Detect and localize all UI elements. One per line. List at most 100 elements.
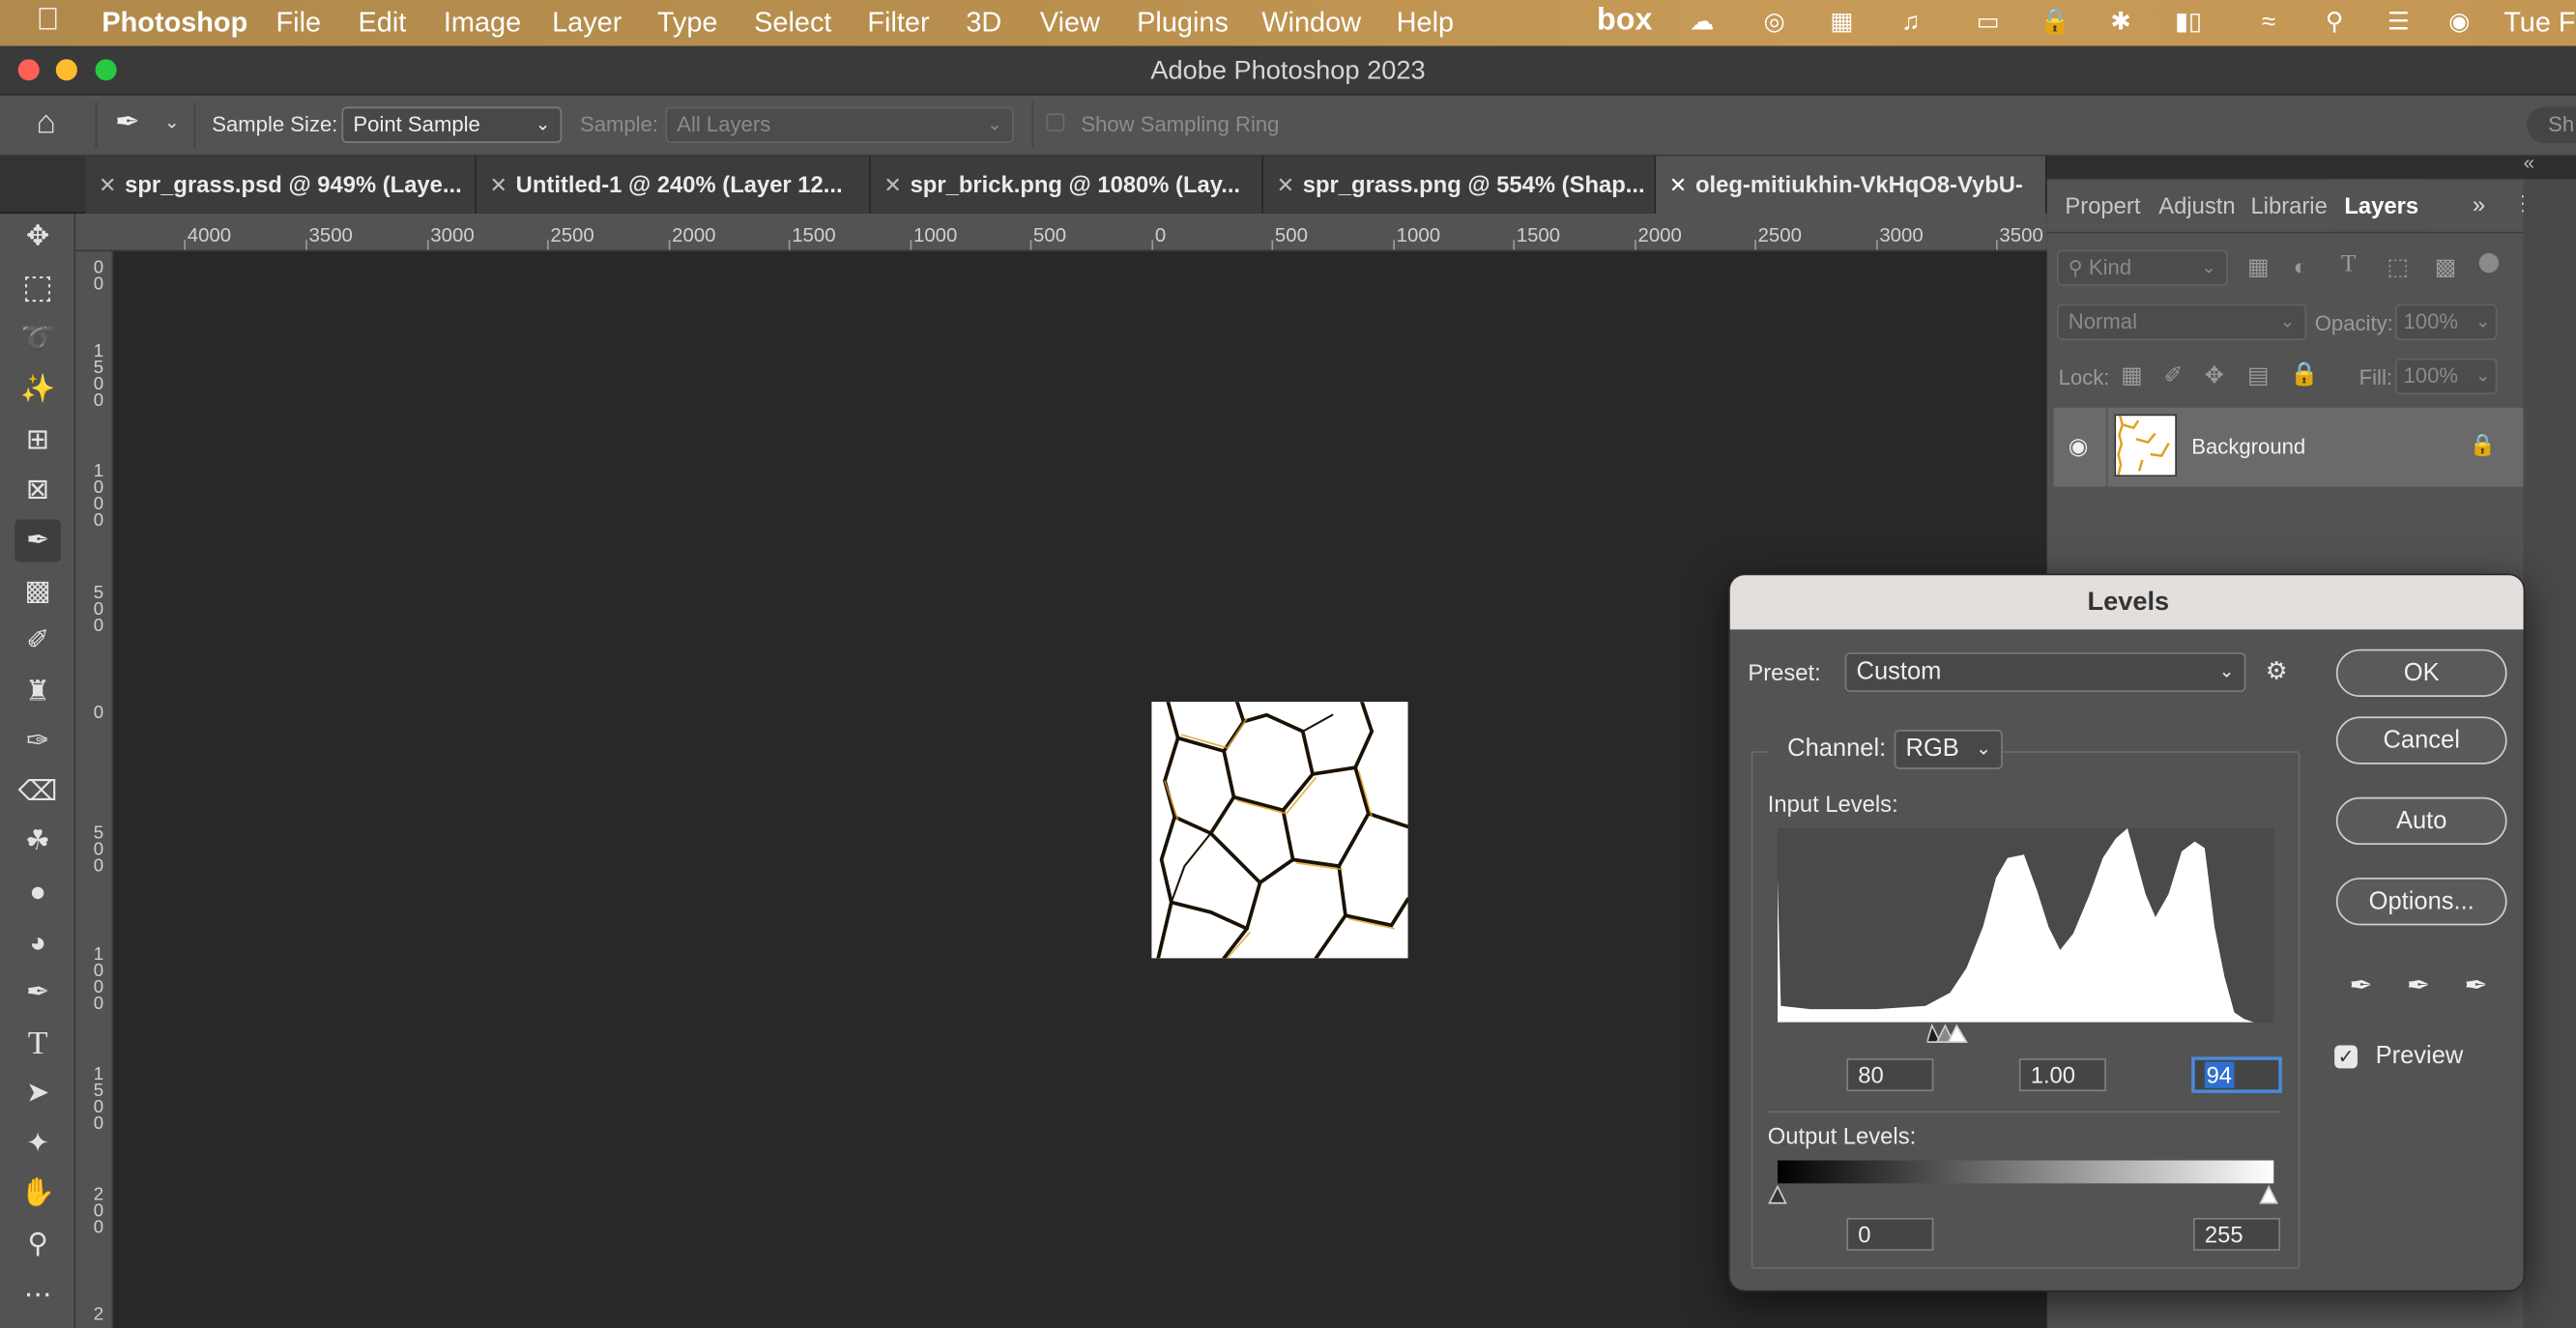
spotlight-search-icon[interactable]: ⚲: [2318, 9, 2351, 39]
clone-stamp-icon[interactable]: ♜: [14, 671, 61, 713]
lock-transparent-icon[interactable]: ▦: [2121, 361, 2142, 390]
bluetooth-icon[interactable]: ✱: [2104, 9, 2137, 39]
output-white-slider[interactable]: [2259, 1183, 2279, 1204]
output-black-field[interactable]: 0: [1846, 1218, 1934, 1252]
type-tool-icon[interactable]: T: [14, 1023, 61, 1065]
lock-artboard-icon[interactable]: ▤: [2247, 361, 2269, 390]
close-icon[interactable]: ✕: [1669, 157, 1688, 215]
share-button[interactable]: Sh: [2526, 106, 2576, 143]
paint-bucket-icon[interactable]: ☘: [14, 821, 61, 863]
fill-field[interactable]: 100% ⌄: [2395, 358, 2498, 395]
menu-plugins[interactable]: Plugins: [1137, 7, 1229, 40]
siri-icon[interactable]: ◉: [2443, 9, 2475, 39]
close-icon[interactable]: ✕: [1277, 157, 1295, 215]
output-white-field[interactable]: 255: [2192, 1218, 2281, 1252]
lock-all-icon[interactable]: 🔒: [2290, 360, 2319, 388]
input-sliders[interactable]: [1925, 1023, 1977, 1054]
input-gamma-field[interactable]: 1.00: [2018, 1058, 2106, 1092]
tab-layers[interactable]: Layers: [2332, 179, 2425, 232]
eyedropper-preset-icon[interactable]: ✒: [115, 105, 140, 140]
minimize-window-button[interactable]: [55, 59, 77, 81]
channel-select[interactable]: RGB ⌄: [1894, 730, 2003, 769]
close-window-button[interactable]: [17, 59, 40, 81]
filter-shape-icon[interactable]: ⬚: [2388, 253, 2409, 281]
tab-oleg-mitiukhin-active[interactable]: ✕ oleg-mitiukhin-VkHqO8-VybU-: [1656, 156, 2047, 215]
auto-button[interactable]: Auto: [2335, 796, 2507, 846]
lock-position-icon[interactable]: ✥: [2205, 361, 2224, 390]
black-point-eyedropper-icon[interactable]: ✒: [2349, 969, 2372, 1002]
layer-row-background[interactable]: ◉ Background 🔒: [2053, 407, 2524, 487]
filter-toggle-icon[interactable]: [2478, 252, 2500, 274]
menu-3d[interactable]: 3D: [966, 7, 1001, 40]
pen-tool-icon[interactable]: ✒: [14, 971, 61, 1014]
zoom-window-button[interactable]: [95, 59, 117, 81]
sample-size-select[interactable]: Point Sample ⌄: [341, 106, 563, 143]
layer-locked-icon[interactable]: 🔒: [2469, 432, 2496, 458]
white-point-eyedropper-icon[interactable]: ✒: [2464, 969, 2487, 1002]
battery-icon[interactable]: ▮▯: [2165, 9, 2212, 39]
eraser-tool-icon[interactable]: ⌫: [14, 771, 61, 814]
opacity-field[interactable]: 100% ⌄: [2395, 303, 2498, 341]
creative-cloud-icon[interactable]: ☁: [1686, 9, 1719, 39]
home-icon[interactable]: ⌂: [36, 105, 56, 143]
apple-icon[interactable]: : [36, 3, 59, 39]
collapse-panels-icon[interactable]: «: [2524, 151, 2534, 174]
tab-spr-brick[interactable]: ✕ spr_brick.png @ 1080% (Lay...: [870, 156, 1263, 215]
more-tools-icon[interactable]: ⋯: [14, 1274, 61, 1316]
crop-tool-icon[interactable]: ⊞: [14, 419, 61, 462]
menu-type[interactable]: Type: [657, 7, 718, 40]
wifi-icon[interactable]: ≈: [2252, 9, 2285, 39]
options-button[interactable]: Options...: [2335, 878, 2507, 926]
blend-mode-select[interactable]: Normal ⌄: [2056, 303, 2307, 341]
menu-image[interactable]: Image: [444, 7, 521, 40]
magic-wand-icon[interactable]: ✨: [14, 368, 61, 411]
chevron-down-icon[interactable]: ⌄: [164, 112, 180, 132]
menu-app-name[interactable]: Photoshop: [101, 7, 247, 40]
menu-filter[interactable]: Filter: [867, 7, 929, 40]
healing-brush-icon[interactable]: ▩: [14, 570, 61, 613]
input-slider-handles[interactable]: [1925, 1023, 1977, 1046]
filter-pixel-icon[interactable]: ▦: [2247, 253, 2269, 281]
zoom-tool-icon[interactable]: ⚲: [14, 1223, 61, 1265]
filter-type-icon[interactable]: T: [2341, 251, 2357, 279]
tab-spr-grass-psd[interactable]: ✕ spr_grass.psd @ 949% (Laye...: [85, 156, 477, 215]
history-brush-icon[interactable]: ✑: [14, 720, 61, 763]
lasso-tool-icon[interactable]: ➰: [14, 317, 61, 360]
globe-icon[interactable]: ◎: [1758, 9, 1791, 39]
input-white-field[interactable]: 94: [2192, 1058, 2281, 1092]
move-tool-icon[interactable]: ✥: [14, 216, 61, 258]
output-black-slider[interactable]: [1768, 1183, 1787, 1204]
tab-untitled-1[interactable]: ✕ Untitled-1 @ 240% (Layer 12...: [476, 156, 871, 215]
document-image[interactable]: [1151, 702, 1408, 959]
menu-window[interactable]: Window: [1261, 7, 1361, 40]
menu-help[interactable]: Help: [1397, 7, 1454, 40]
custom-shape-icon[interactable]: ✦: [14, 1122, 61, 1165]
eyedropper-tool-icon[interactable]: ✒: [14, 519, 61, 563]
frame-tool-icon[interactable]: ⊠: [14, 469, 61, 511]
hand-tool-icon[interactable]: ✋: [14, 1171, 61, 1214]
cancel-button[interactable]: Cancel: [2335, 716, 2507, 765]
lock-status-icon[interactable]: 🔒: [2039, 9, 2071, 39]
lock-image-pixels-icon[interactable]: ✐: [2163, 361, 2183, 390]
dodge-tool-icon[interactable]: ◕: [14, 922, 61, 965]
close-icon[interactable]: ✕: [99, 157, 117, 215]
mute-icon[interactable]: ♫: [1895, 9, 1927, 39]
preview-checkbox[interactable]: ✓: [2334, 1045, 2358, 1069]
tab-spr-grass-png[interactable]: ✕ spr_grass.png @ 554% (Shap...: [1262, 156, 1657, 215]
rectangular-marquee-icon[interactable]: ⬚: [14, 266, 61, 308]
close-icon[interactable]: ✕: [489, 157, 507, 215]
eye-visibility-icon[interactable]: ◉: [2069, 432, 2089, 460]
menu-edit[interactable]: Edit: [359, 7, 407, 40]
menu-select[interactable]: Select: [754, 7, 831, 40]
layer-filter-kind-select[interactable]: ⚲ Kind ⌄: [2056, 249, 2228, 286]
menubar-clock[interactable]: Tue Fe: [2504, 7, 2576, 40]
ok-button[interactable]: OK: [2335, 649, 2507, 698]
filter-adjustment-icon[interactable]: ◐: [2294, 253, 2307, 279]
input-source-icon[interactable]: ▦: [1825, 9, 1858, 39]
show-sampling-ring-checkbox[interactable]: [1046, 113, 1065, 132]
sample-layers-select[interactable]: All Layers ⌄: [665, 106, 1014, 143]
close-icon[interactable]: ✕: [883, 157, 902, 215]
filter-smart-object-icon[interactable]: ▩: [2435, 253, 2456, 281]
tab-libraries[interactable]: Librarie: [2250, 179, 2332, 231]
gray-point-eyedropper-icon[interactable]: ✒: [2407, 969, 2430, 1002]
